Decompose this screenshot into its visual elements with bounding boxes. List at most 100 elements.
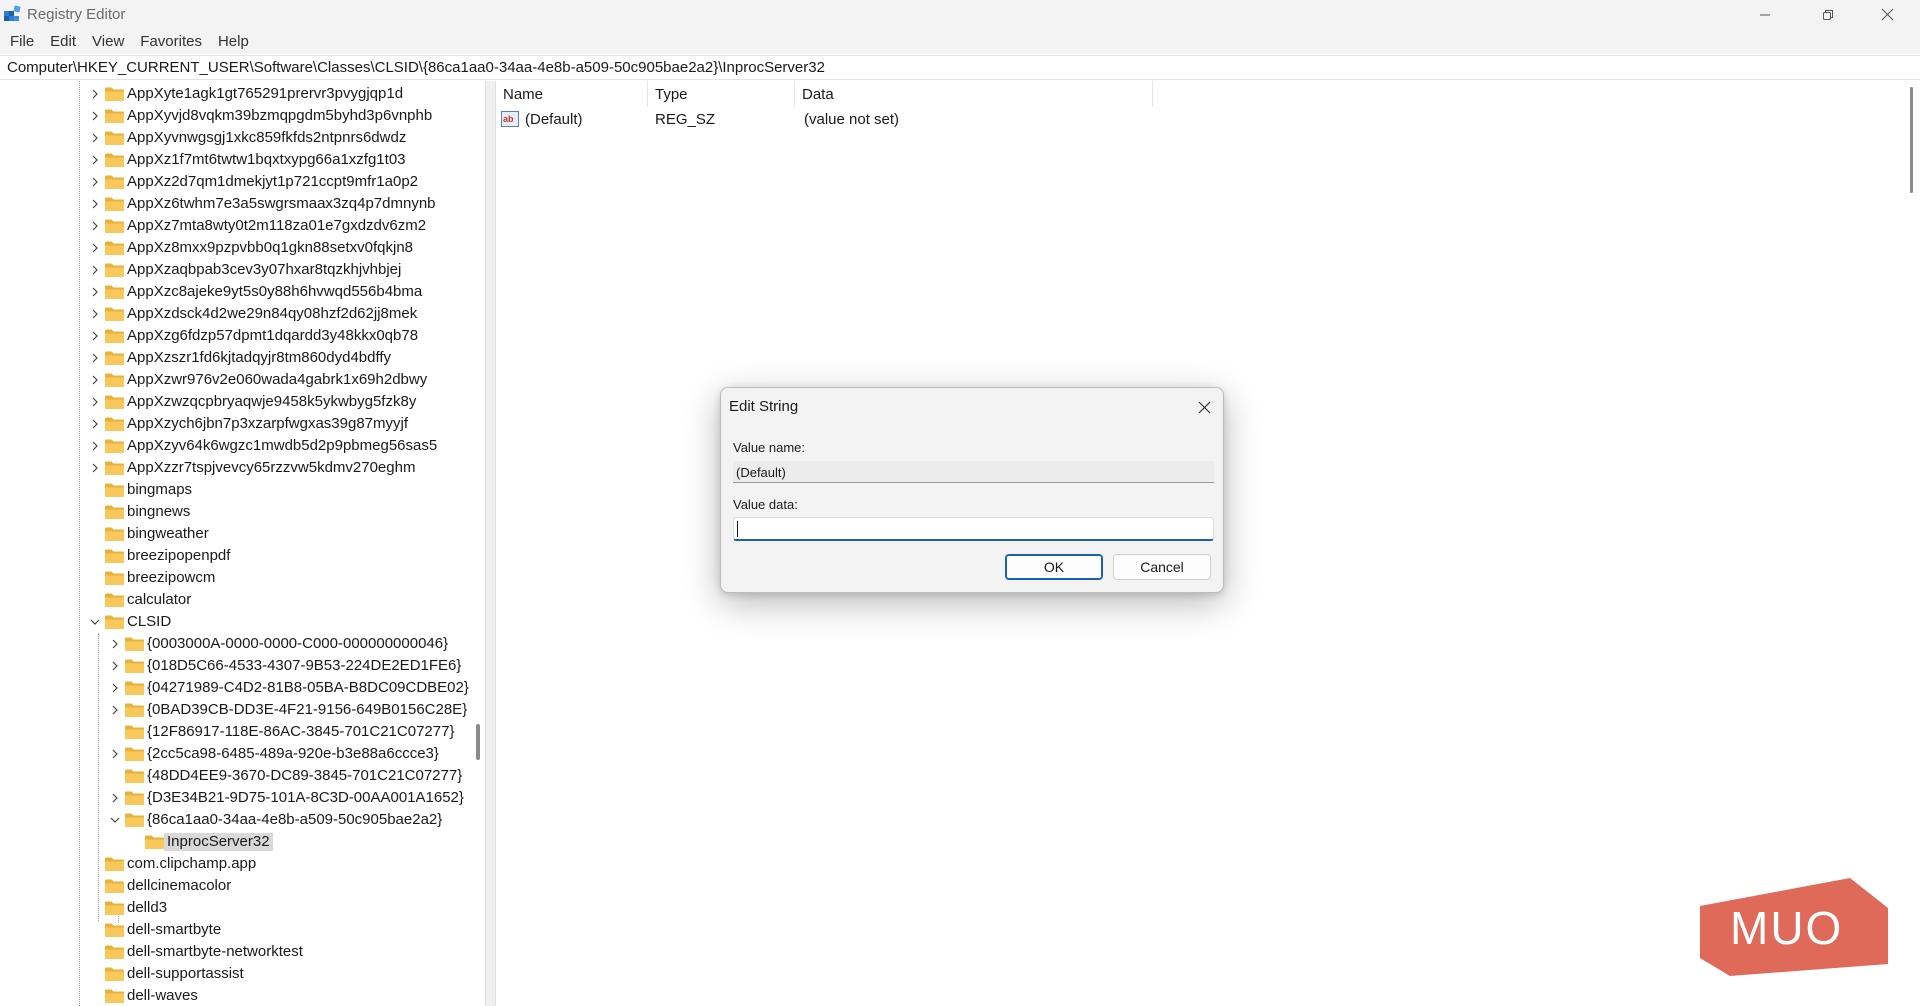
tree-item[interactable]: calculator [0, 589, 470, 611]
pane-splitter[interactable] [485, 81, 496, 1006]
values-scrollbar[interactable] [1905, 81, 1920, 1006]
cancel-button[interactable]: Cancel [1113, 554, 1211, 580]
tree-item[interactable]: AppXzszr1fd6kjtadqyjr8tm860dyd4bdffy [0, 347, 470, 369]
tree-item[interactable]: AppXzwr976v2e060wada4gabrk1x69h2dbwy [0, 369, 470, 391]
tree-item[interactable]: AppXz1f7mt6twtw1bqxtxypg66a1xzfg1t03 [0, 149, 470, 171]
chevron-right-icon[interactable] [89, 418, 101, 430]
tree-item[interactable]: AppXzwzqcpbryaqwje9458k5ykwbyg5fzk8y [0, 391, 470, 413]
tree-item[interactable]: {86ca1aa0-34aa-4e8b-a509-50c905bae2a2} [0, 809, 470, 831]
chevron-right-icon[interactable] [109, 660, 121, 672]
tree-item[interactable]: AppXyvnwgsgj1xkc859fkfds2ntpnrs6dwdz [0, 127, 470, 149]
chevron-right-icon[interactable] [89, 264, 101, 276]
close-button[interactable] [1864, 0, 1910, 29]
chevron-right-icon[interactable] [89, 220, 101, 232]
folder-icon [105, 549, 124, 563]
minimize-button[interactable] [1742, 0, 1788, 29]
chevron-right-icon[interactable] [109, 704, 121, 716]
chevron-right-icon[interactable] [89, 176, 101, 188]
restore-button[interactable] [1805, 0, 1851, 29]
chevron-right-icon[interactable] [89, 132, 101, 144]
menu-view[interactable]: View [84, 29, 132, 54]
tree-item-label: AppXz7mta8wty0t2m118za01e7gxdzdv6zm2 [127, 217, 427, 234]
chevron-down-icon[interactable] [89, 616, 101, 628]
chevron-right-icon[interactable] [89, 286, 101, 298]
chevron-right-icon[interactable] [109, 792, 121, 804]
value-row[interactable]: ab (Default) REG_SZ (value not set) [496, 108, 1296, 130]
tree-item-label: dell-smartbyte [127, 921, 222, 938]
tree-item[interactable]: dell-supportassist [0, 963, 470, 985]
tree-item[interactable]: dellcinemacolor [0, 875, 470, 897]
tree-item[interactable]: dell-smartbyte-networktest [0, 941, 470, 963]
chevron-right-icon[interactable] [89, 440, 101, 452]
tree-item[interactable]: AppXzzr7tspjvevcy65rzzvw5kdmv270eghm [0, 457, 470, 479]
column-header-name[interactable]: Name [496, 81, 648, 107]
chevron-right-icon[interactable] [89, 88, 101, 100]
tree-item[interactable]: AppXz7mta8wty0t2m118za01e7gxdzdv6zm2 [0, 215, 470, 237]
chevron-right-icon[interactable] [89, 198, 101, 210]
chevron-right-icon[interactable] [89, 396, 101, 408]
tree-item[interactable]: {018D5C66-4533-4307-9B53-224DE2ED1FE6} [0, 655, 470, 677]
chevron-down-icon[interactable] [109, 814, 121, 826]
chevron-right-icon[interactable] [89, 352, 101, 364]
tree-item[interactable]: {D3E34B21-9D75-101A-8C3D-00AA001A1652} [0, 787, 470, 809]
tree-item[interactable]: AppXzg6fdzp57dpmt1dqardd3y48kkx0qb78 [0, 325, 470, 347]
chevron-right-icon[interactable] [89, 154, 101, 166]
tree-item[interactable]: breezipopenpdf [0, 545, 470, 567]
chevron-right-icon[interactable] [109, 638, 121, 650]
tree-item[interactable]: {0003000A-0000-0000-C000-000000000046} [0, 633, 470, 655]
tree-item[interactable]: AppXyvjd8vqkm39bzmqpgdm5byhd3p6vnphb [0, 105, 470, 127]
tree-item[interactable]: AppXz8mxx9pzpvbb0q1gkn88setxv0fqkjn8 [0, 237, 470, 259]
tree-item[interactable]: delld3 [0, 897, 470, 919]
chevron-right-icon[interactable] [109, 748, 121, 760]
dialog-close-button[interactable] [1189, 392, 1219, 422]
tree-item[interactable]: AppXz6twhm7e3a5swgrsmaax3zq4p7dmnynb [0, 193, 470, 215]
tree-item[interactable]: AppXzaqbpab3cev3y07hxar8tqzkhjvhbjej [0, 259, 470, 281]
tree-item[interactable]: {12F86917-118E-86AC-3845-701C21C07277} [0, 721, 470, 743]
tree-item[interactable]: com.clipchamp.app [0, 853, 470, 875]
tree-item[interactable]: {48DD4EE9-3670-DC89-3845-701C21C07277} [0, 765, 470, 787]
title-bar: Registry Editor [0, 0, 1920, 29]
chevron-right-icon[interactable] [89, 462, 101, 474]
chevron-right-icon[interactable] [89, 242, 101, 254]
chevron-right-icon[interactable] [89, 330, 101, 342]
tree-item[interactable]: bingweather [0, 523, 470, 545]
chevron-right-icon[interactable] [89, 308, 101, 320]
ok-button[interactable]: OK [1005, 554, 1103, 580]
tree-item-label: AppXzych6jbn7p3xzarpfwgxas39g87myyjf [127, 415, 408, 432]
tree-item[interactable]: bingnews [0, 501, 470, 523]
menu-edit[interactable]: Edit [42, 29, 84, 54]
tree-item[interactable]: {0BAD39CB-DD3E-4F21-9156-649B0156C28E} [0, 699, 470, 721]
chevron-right-icon[interactable] [109, 682, 121, 694]
tree-scrollbar[interactable] [469, 81, 485, 1006]
tree-item-label: dell-waves [127, 987, 198, 1004]
tree-item[interactable]: AppXzdsck4d2we29n84qy08hzf2d62jj8mek [0, 303, 470, 325]
tree-scrollbar-thumb[interactable] [476, 724, 480, 760]
menu-file[interactable]: File [2, 29, 42, 54]
value-data-input[interactable] [733, 517, 1214, 541]
tree-item[interactable]: breezipowcm [0, 567, 470, 589]
address-bar[interactable]: Computer\HKEY_CURRENT_USER\Software\Clas… [0, 55, 1920, 80]
column-header-data[interactable]: Data [795, 81, 1153, 107]
tree-item[interactable]: AppXzc8ajeke9yt5s0y88h6hvwqd556b4bma [0, 281, 470, 303]
menu-help[interactable]: Help [210, 29, 257, 54]
tree-item[interactable]: InprocServer32 [0, 831, 470, 853]
tree-item[interactable]: AppXzyv64k6wgzc1mwdb5d2p9pbmeg56sas5 [0, 435, 470, 457]
tree-item-label: {0003000A-0000-0000-C000-000000000046} [147, 635, 449, 652]
menu-favorites[interactable]: Favorites [132, 29, 210, 54]
tree-item[interactable]: bingmaps [0, 479, 470, 501]
chevron-right-icon[interactable] [89, 110, 101, 122]
tree-item-label: AppXzyv64k6wgzc1mwdb5d2p9pbmeg56sas5 [127, 437, 438, 454]
tree-item[interactable]: {2cc5ca98-6485-489a-920e-b3e88a6ccce3} [0, 743, 470, 765]
tree-item[interactable]: CLSID [0, 611, 470, 633]
tree-item[interactable]: AppXyte1agk1gt765291prervr3pvygjqp1d [0, 83, 470, 105]
tree-item[interactable]: dell-waves [0, 985, 470, 1006]
values-scrollbar-thumb[interactable] [1910, 87, 1913, 193]
key-tree-pane[interactable]: AppXyte1agk1gt765291prervr3pvygjqp1d AppX… [0, 81, 485, 1006]
address-path[interactable]: Computer\HKEY_CURRENT_USER\Software\Clas… [7, 59, 825, 76]
tree-item[interactable]: AppXzych6jbn7p3xzarpfwgxas39g87myyjf [0, 413, 470, 435]
tree-item[interactable]: AppXz2d7qm1dmekjyt1p721ccpt9mfr1a0p2 [0, 171, 470, 193]
tree-item[interactable]: {04271989-C4D2-81B8-05BA-B8DC09CDBE02} [0, 677, 470, 699]
tree-item[interactable]: dell-smartbyte [0, 919, 470, 941]
chevron-right-icon[interactable] [89, 374, 101, 386]
column-header-type[interactable]: Type [648, 81, 795, 107]
